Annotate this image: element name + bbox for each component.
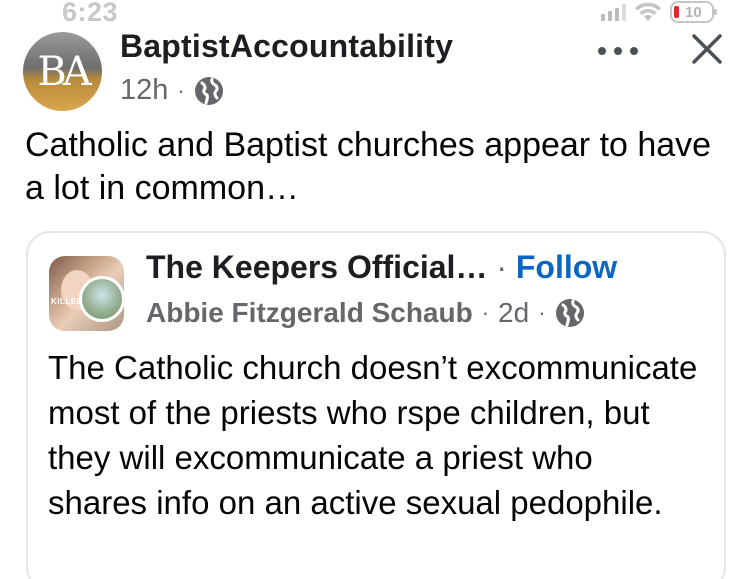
meta-separator: · xyxy=(177,77,185,103)
globe-icon xyxy=(194,76,223,105)
meta-separator: · xyxy=(538,300,546,325)
battery-icon: 10 xyxy=(670,1,717,23)
close-icon[interactable] xyxy=(690,32,724,66)
status-bar: 6:23 10 xyxy=(0,0,750,27)
shared-post-meta: Abbie Fitzgerald Schaub · 2d · xyxy=(146,297,585,329)
globe-icon xyxy=(555,299,584,327)
meta-separator: · xyxy=(481,300,490,325)
battery-percent: 10 xyxy=(685,3,702,21)
signal-icon xyxy=(601,3,626,21)
shared-page-avatar[interactable]: KILLED xyxy=(49,256,124,331)
wifi-icon xyxy=(635,2,661,21)
post-time[interactable]: 12h xyxy=(120,74,168,107)
follow-button[interactable]: Follow xyxy=(516,249,617,285)
battery-level xyxy=(674,6,679,18)
shared-post-time[interactable]: 2d xyxy=(498,297,529,329)
post-meta: 12h · xyxy=(120,74,224,107)
post-text: Catholic and Baptist churches appear to … xyxy=(25,126,712,207)
page-avatar[interactable]: BA xyxy=(23,32,102,111)
status-icons: 10 xyxy=(601,1,717,23)
page-name[interactable]: BaptistAccountability xyxy=(120,28,453,65)
shared-post-card[interactable]: KILLED The Keepers Official… · Follow Ab… xyxy=(26,231,726,579)
shared-page-name[interactable]: The Keepers Official… xyxy=(146,249,487,285)
shared-author-name[interactable]: Abbie Fitzgerald Schaub xyxy=(146,297,473,329)
shared-page-header: The Keepers Official… · Follow xyxy=(146,249,617,286)
author-avatar-badge xyxy=(79,276,124,322)
shared-post-text: The Catholic church doesn’t excommunicat… xyxy=(48,349,698,521)
post-header: BA BaptistAccountability 12h · xyxy=(0,24,750,114)
header-separator: · xyxy=(496,249,507,285)
more-options-icon[interactable] xyxy=(598,36,638,66)
avatar-logo-text: BA xyxy=(37,48,91,95)
